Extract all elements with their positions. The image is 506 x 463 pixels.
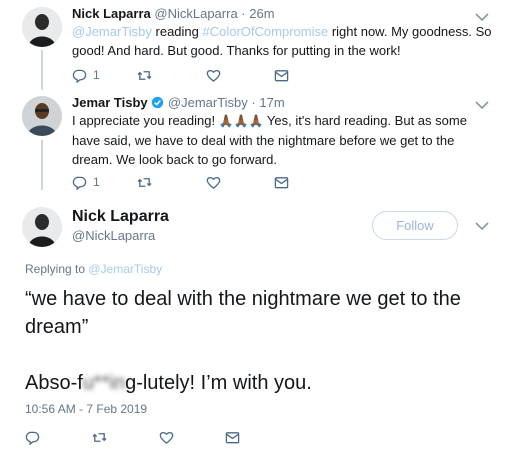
avatar-nick-main[interactable]	[22, 207, 62, 247]
follow-button[interactable]: Follow	[372, 211, 458, 240]
tweet2-actions: 1	[72, 173, 292, 191]
tweet1-mention[interactable]: @JemarTisby	[72, 24, 152, 39]
reply-icon	[72, 69, 87, 83]
tweet1-text: @JemarTisby reading #ColorOfCompromise r…	[72, 22, 492, 60]
dm-icon	[225, 431, 240, 443]
avatar-nick[interactable]	[22, 7, 62, 47]
replying-prefix: Replying to	[25, 262, 89, 276]
retweet-icon	[137, 177, 152, 187]
reply-button[interactable]: 1	[72, 173, 100, 191]
main-tweet-actions	[25, 428, 255, 446]
tweet2-handle[interactable]: @JemarTisby	[168, 95, 248, 110]
tweet1-actions: 1	[72, 66, 292, 84]
reply-icon	[25, 431, 40, 445]
main-tweet-line2: Abso-fu**ing-lutely! I’m with you.	[25, 370, 312, 396]
reply-count: 1	[93, 175, 100, 189]
dm-icon	[274, 69, 289, 81]
like-icon	[206, 176, 221, 189]
replying-to: Replying to @JemarTisby	[25, 262, 162, 276]
tweet2-text-a: I appreciate you reading!	[72, 113, 219, 128]
tweet2-time[interactable]: · 17m	[251, 95, 284, 110]
reply-button[interactable]	[25, 428, 40, 446]
dm-icon	[274, 176, 289, 188]
chevron-down-icon[interactable]	[474, 12, 490, 22]
retweet-button[interactable]	[92, 428, 107, 446]
thread-line	[41, 140, 43, 190]
tweet2-name[interactable]: Jemar Tisby	[72, 95, 148, 110]
tweet-timestamp[interactable]: 10:56 AM - 7 Feb 2019	[25, 402, 147, 416]
tweet1-time[interactable]: · 26m	[241, 6, 274, 21]
censored-word: u**in	[82, 372, 126, 394]
avatar-jemar[interactable]	[22, 96, 62, 136]
replying-handle[interactable]: @JemarTisby	[88, 262, 162, 276]
like-button[interactable]	[159, 428, 174, 446]
line2-b: g-lutely! I’m with you.	[125, 372, 312, 394]
tweet1-header: Nick Laparra @NickLaparra · 26m	[72, 6, 275, 22]
chevron-down-icon[interactable]	[474, 100, 490, 110]
reply-count: 1	[93, 68, 100, 82]
line2-a: Abso-f	[25, 372, 83, 394]
retweet-icon	[137, 70, 152, 80]
chevron-down-icon[interactable]	[474, 221, 490, 231]
verified-icon	[152, 96, 164, 109]
pray-emoji: 🙏🏾🙏🏾🙏🏾	[218, 114, 264, 128]
like-icon	[159, 431, 174, 444]
reply-icon	[72, 176, 87, 190]
tweet1-text-a: reading	[151, 24, 203, 39]
tweet1-handle[interactable]: @NickLaparra	[154, 6, 237, 21]
dm-button[interactable]	[274, 66, 289, 84]
thread-line	[41, 50, 43, 90]
like-icon	[206, 69, 221, 82]
retweet-icon	[92, 432, 107, 442]
dm-button[interactable]	[274, 173, 289, 191]
tweet1-hashtag[interactable]: #ColorOfCompromise	[203, 24, 329, 39]
main-tweet-quote: “we have to deal with the nightmare we g…	[25, 288, 461, 338]
like-button[interactable]	[206, 173, 221, 191]
retweet-button[interactable]	[137, 66, 152, 84]
main-author-name[interactable]: Nick Laparra	[72, 208, 169, 226]
tweet1-name[interactable]: Nick Laparra	[72, 6, 151, 21]
tweet2-header: Jemar Tisby @JemarTisby · 17m	[72, 95, 285, 111]
tweet2-text: I appreciate you reading! 🙏🏾🙏🏾🙏🏾 Yes, it…	[72, 111, 492, 169]
like-button[interactable]	[206, 66, 221, 84]
main-author-handle[interactable]: @NickLaparra	[72, 228, 155, 243]
dm-button[interactable]	[225, 428, 240, 446]
reply-button[interactable]: 1	[72, 66, 100, 84]
retweet-button[interactable]	[137, 173, 152, 191]
